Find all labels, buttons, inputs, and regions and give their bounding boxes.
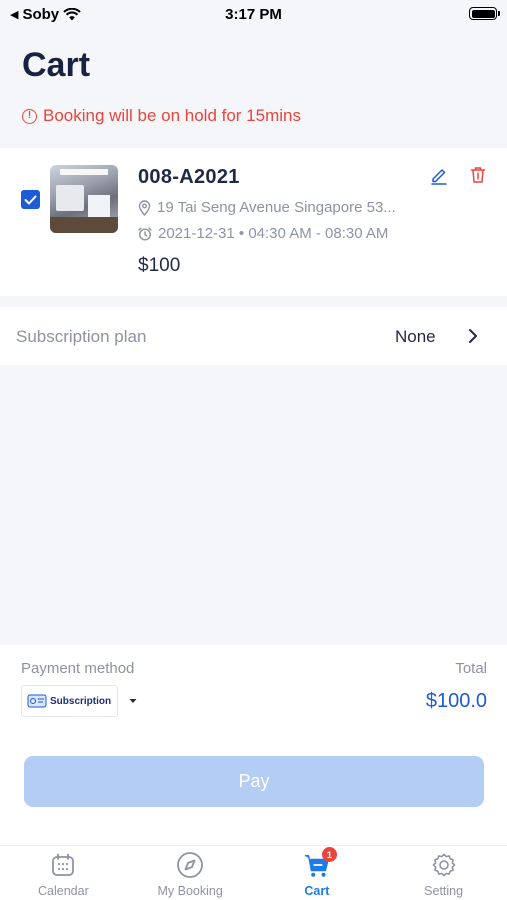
tab-label-cart: Cart <box>304 884 330 898</box>
battery-icon <box>469 7 500 20</box>
tab-label-setting: Setting <box>424 884 464 898</box>
subscription-card-icon <box>27 694 47 708</box>
tab-label-calendar: Calendar <box>38 884 89 898</box>
pay-button[interactable]: Pay <box>24 756 484 807</box>
compass-icon <box>176 851 204 879</box>
tab-cart[interactable]: 1 Cart <box>254 846 381 900</box>
payment-method-value: Subscription <box>50 695 112 707</box>
status-bar: ◀ Soby 3:17 PM <box>0 0 507 30</box>
subscription-plan-label: Subscription plan <box>16 327 147 346</box>
gear-icon <box>430 851 458 879</box>
tab-calendar[interactable]: Calendar <box>0 846 127 900</box>
payment-method-select[interactable]: Subscription <box>21 685 118 717</box>
alarm-clock-icon <box>138 226 152 241</box>
total-value: $100.0 <box>425 690 487 712</box>
total-label: Total <box>455 660 487 677</box>
status-time: 3:17 PM <box>225 6 282 23</box>
cart-item-card: 008-A2021 19 Tai Seng Avenue Singapore 5… <box>0 148 507 296</box>
payment-section: Payment method Total Subscription $100.0… <box>0 645 507 845</box>
tab-label-my-booking: My Booking <box>157 884 223 898</box>
alert-circle-icon: ! <box>22 108 37 124</box>
hold-warning: ! Booking will be on hold for 15mins <box>22 106 301 126</box>
edit-button[interactable] <box>429 165 449 185</box>
checkmark-icon <box>24 195 37 204</box>
item-checkbox[interactable] <box>21 190 40 209</box>
item-datetime: 2021-12-31 • 04:30 AM - 08:30 AM <box>158 225 389 242</box>
page-title: Cart <box>22 46 91 84</box>
delete-button[interactable] <box>468 165 488 185</box>
item-price: $100 <box>138 255 181 276</box>
cart-count-badge: 1 <box>321 847 337 862</box>
item-time-row: 2021-12-31 • 04:30 AM - 08:30 AM <box>138 225 388 242</box>
item-address: 19 Tai Seng Avenue Singapore 53... <box>157 199 396 216</box>
subscription-plan-value: None <box>395 327 436 346</box>
item-name: 008-A2021 <box>138 166 240 188</box>
item-address-row: 19 Tai Seng Avenue Singapore 53... <box>138 199 396 216</box>
cart-icon: 1 <box>303 847 337 879</box>
trash-icon <box>470 167 486 183</box>
tab-my-booking[interactable]: My Booking <box>127 846 254 900</box>
room-thumbnail <box>50 165 118 233</box>
subscription-plan-row[interactable]: Subscription plan None <box>0 307 507 365</box>
pencil-icon <box>431 169 447 185</box>
hold-warning-text: Booking will be on hold for 15mins <box>43 106 301 125</box>
caret-down-icon[interactable] <box>129 698 137 704</box>
tab-setting[interactable]: Setting <box>380 846 507 900</box>
chevron-right-icon <box>469 329 477 343</box>
payment-method-label: Payment method <box>21 660 135 677</box>
location-pin-icon <box>138 199 151 216</box>
calendar-icon <box>49 851 77 879</box>
tab-bar: Calendar My Booking 1 Cart Setting <box>0 845 507 900</box>
